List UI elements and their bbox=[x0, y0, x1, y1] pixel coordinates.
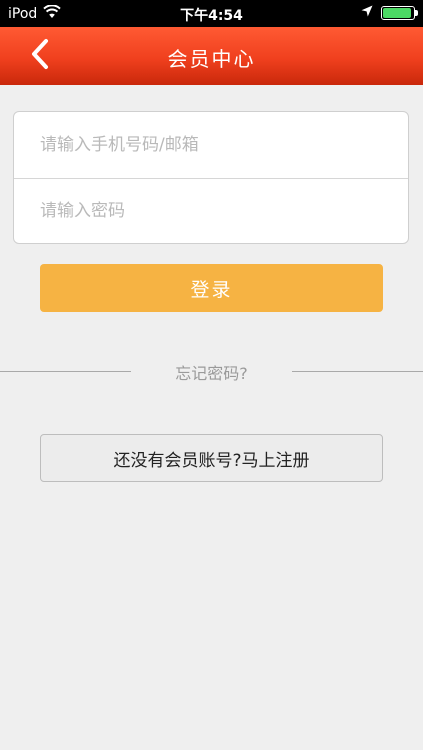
forgot-password-link[interactable]: 忘记密码? bbox=[131, 360, 292, 384]
nav-bar: 会员中心 bbox=[0, 27, 423, 85]
page-title: 会员中心 bbox=[167, 47, 256, 71]
password-input[interactable] bbox=[14, 178, 408, 244]
battery-icon bbox=[381, 6, 418, 20]
battery-fill bbox=[383, 8, 411, 18]
register-button[interactable]: 还没有会员账号?马上注册 bbox=[40, 434, 383, 482]
status-right bbox=[361, 5, 418, 21]
divider-right bbox=[292, 371, 423, 372]
login-form bbox=[13, 111, 409, 244]
location-arrow-icon bbox=[361, 5, 373, 21]
login-button[interactable]: 登录 bbox=[40, 264, 383, 312]
account-input[interactable] bbox=[14, 112, 408, 178]
status-bar: iPod 下午4:54 bbox=[0, 0, 423, 27]
forgot-password-row: 忘记密码? bbox=[0, 358, 423, 386]
divider-left bbox=[0, 371, 131, 372]
status-time: 下午4:54 bbox=[180, 8, 243, 24]
